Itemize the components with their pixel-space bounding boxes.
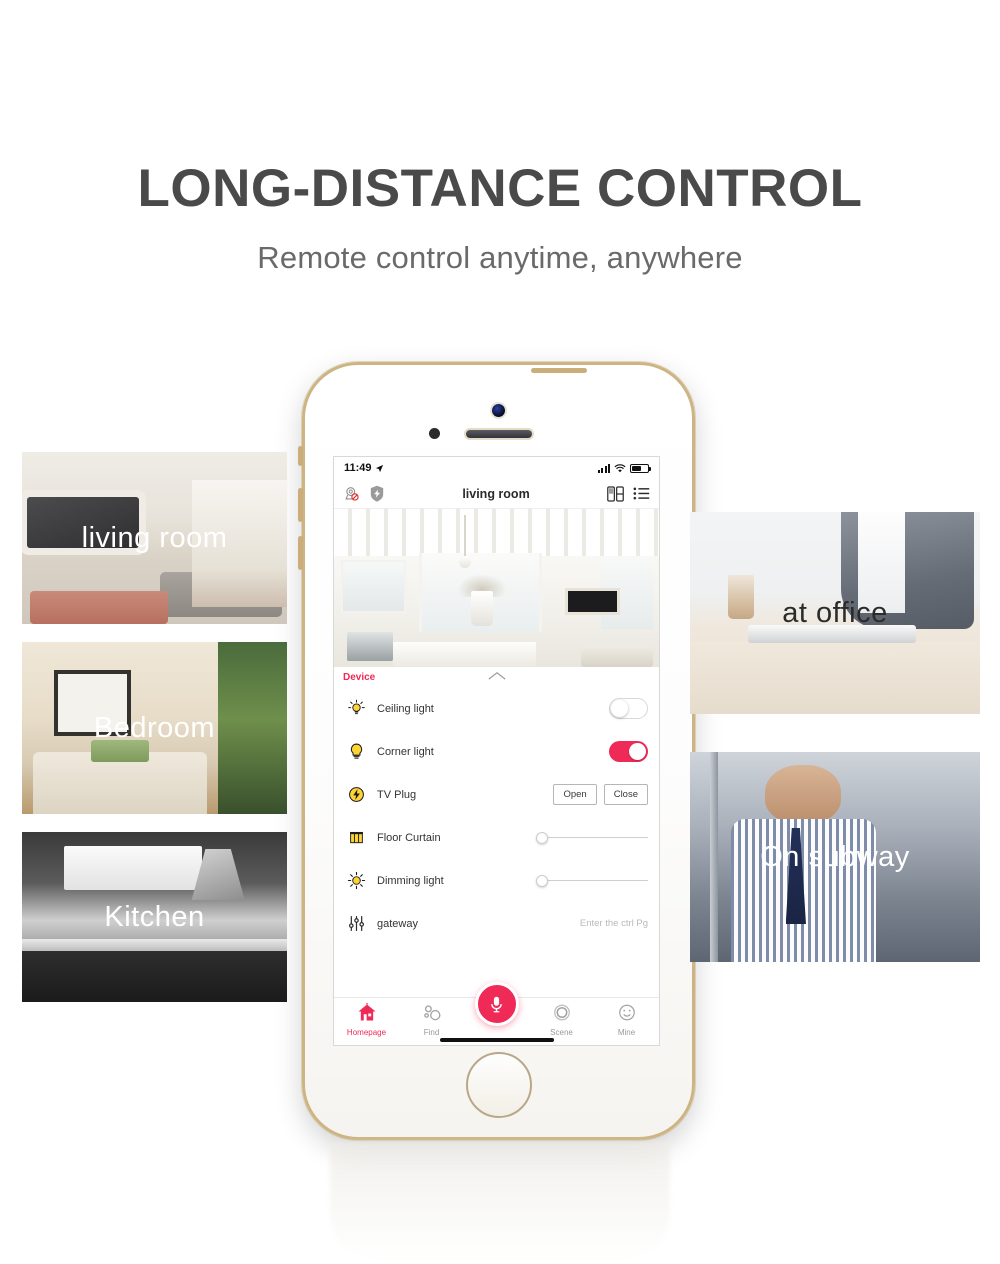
tab-homepage[interactable]: Homepage: [334, 1003, 399, 1037]
device-panel-header: Device: [334, 667, 659, 687]
device-row-tv-plug[interactable]: TV Plug Open Close: [334, 773, 659, 816]
device-row-gateway[interactable]: gateway Enter the ctrl Pg: [334, 902, 659, 945]
device-toggle-ceiling-light[interactable]: [609, 698, 648, 719]
device-slider-dimming-light[interactable]: [536, 874, 648, 888]
device-panel: Device Ceiling light Corner light TV Plu…: [334, 667, 659, 945]
tv-plug-close-button[interactable]: Close: [603, 784, 648, 805]
phone-reflection: [330, 1142, 670, 1260]
shield-bolt-icon[interactable]: [369, 485, 385, 502]
tab-label: Homepage: [346, 1028, 387, 1037]
photo-caption: Bedroom: [93, 711, 216, 744]
phone-screen: 11:49 living room Device Ceiling light C…: [333, 456, 660, 1046]
device-name: Ceiling light: [377, 702, 434, 715]
device-row-corner-light[interactable]: Corner light: [334, 730, 659, 773]
device-name: Floor Curtain: [377, 831, 441, 844]
volume-up-button[interactable]: [298, 488, 303, 522]
home-indicator-bar: [439, 1038, 554, 1042]
photo-caption: living room: [81, 521, 228, 554]
device-name: TV Plug: [377, 788, 417, 801]
screen-title: living room: [462, 486, 530, 501]
device-row-dimming-light[interactable]: Dimming light: [334, 859, 659, 902]
photo-card-kitchen: Kitchen: [22, 832, 287, 1002]
photo-caption: at office: [782, 596, 888, 629]
device-name: Dimming light: [377, 874, 444, 887]
page-title: LONG-DISTANCE CONTROL: [137, 159, 863, 218]
find-icon: [422, 1003, 442, 1022]
photo-caption: Kitchen: [104, 900, 205, 933]
tab-label: Mine: [617, 1028, 636, 1037]
photo-card-bedroom: Bedroom: [22, 642, 287, 814]
volume-down-button[interactable]: [298, 536, 303, 570]
tab-label: Find: [423, 1028, 440, 1037]
device-section-label: Device: [343, 671, 376, 683]
brightness-icon: [347, 871, 366, 890]
tab-scene[interactable]: Scene: [529, 1003, 594, 1037]
gateway-hint-text: Enter the ctrl Pg: [579, 918, 648, 929]
phone-mockup: 11:49 living room Device Ceiling light C…: [298, 362, 695, 1140]
device-toggle-corner-light[interactable]: [609, 741, 648, 762]
sliders-icon: [347, 914, 366, 933]
chevron-up-icon[interactable]: [487, 669, 507, 681]
wifi-icon: [614, 463, 626, 473]
page-subtitle: Remote control anytime, anywhere: [257, 240, 743, 276]
battery-icon: [630, 463, 651, 473]
status-time: 11:49: [344, 462, 372, 474]
room-hero-image: [334, 509, 659, 667]
tab-find[interactable]: Find: [399, 1003, 464, 1037]
power-button[interactable]: [531, 368, 587, 373]
location-arrow-icon: [375, 464, 384, 473]
device-row-floor-curtain[interactable]: Floor Curtain: [334, 816, 659, 859]
device-name: gateway: [377, 917, 418, 930]
curtain-icon: [347, 828, 366, 847]
mute-switch[interactable]: [298, 446, 303, 466]
status-bar: 11:49: [334, 457, 659, 479]
photo-card-on-subway: On subway: [690, 752, 980, 962]
home-button[interactable]: [465, 1052, 532, 1118]
scene-icon: [552, 1003, 572, 1022]
device-slider-floor-curtain[interactable]: [536, 831, 648, 845]
power-plug-icon: [347, 785, 366, 804]
app-header: living room: [334, 479, 659, 509]
camera-disabled-icon[interactable]: [343, 485, 360, 502]
earpiece-speaker: [465, 430, 532, 438]
list-menu-icon[interactable]: [633, 486, 650, 501]
front-camera-icon: [491, 404, 505, 417]
smiley-icon: [617, 1003, 637, 1022]
microphone-icon: [488, 995, 505, 1014]
signal-bars-icon: [597, 463, 610, 473]
bulb-icon: [347, 742, 366, 761]
tab-mine[interactable]: Mine: [594, 1003, 659, 1037]
voice-assistant-button[interactable]: [474, 982, 519, 1026]
house-icon: [357, 1003, 377, 1022]
device-name: Corner light: [377, 745, 434, 758]
tv-plug-open-button[interactable]: Open: [553, 784, 597, 805]
photo-card-at-office: at office: [690, 512, 980, 714]
room-hero-artwork: [334, 509, 659, 667]
hero-text-block: LONG-DISTANCE CONTROL Remote control any…: [0, 159, 1000, 276]
proximity-sensor-icon: [428, 428, 440, 439]
ceiling-light-icon: [347, 699, 366, 718]
photo-card-living-room: living room: [22, 452, 287, 624]
tab-label: Scene: [550, 1028, 573, 1037]
device-row-ceiling-light[interactable]: Ceiling light: [334, 687, 659, 730]
panel-layout-icon[interactable]: [607, 485, 624, 502]
photo-caption: On subway: [760, 840, 910, 873]
